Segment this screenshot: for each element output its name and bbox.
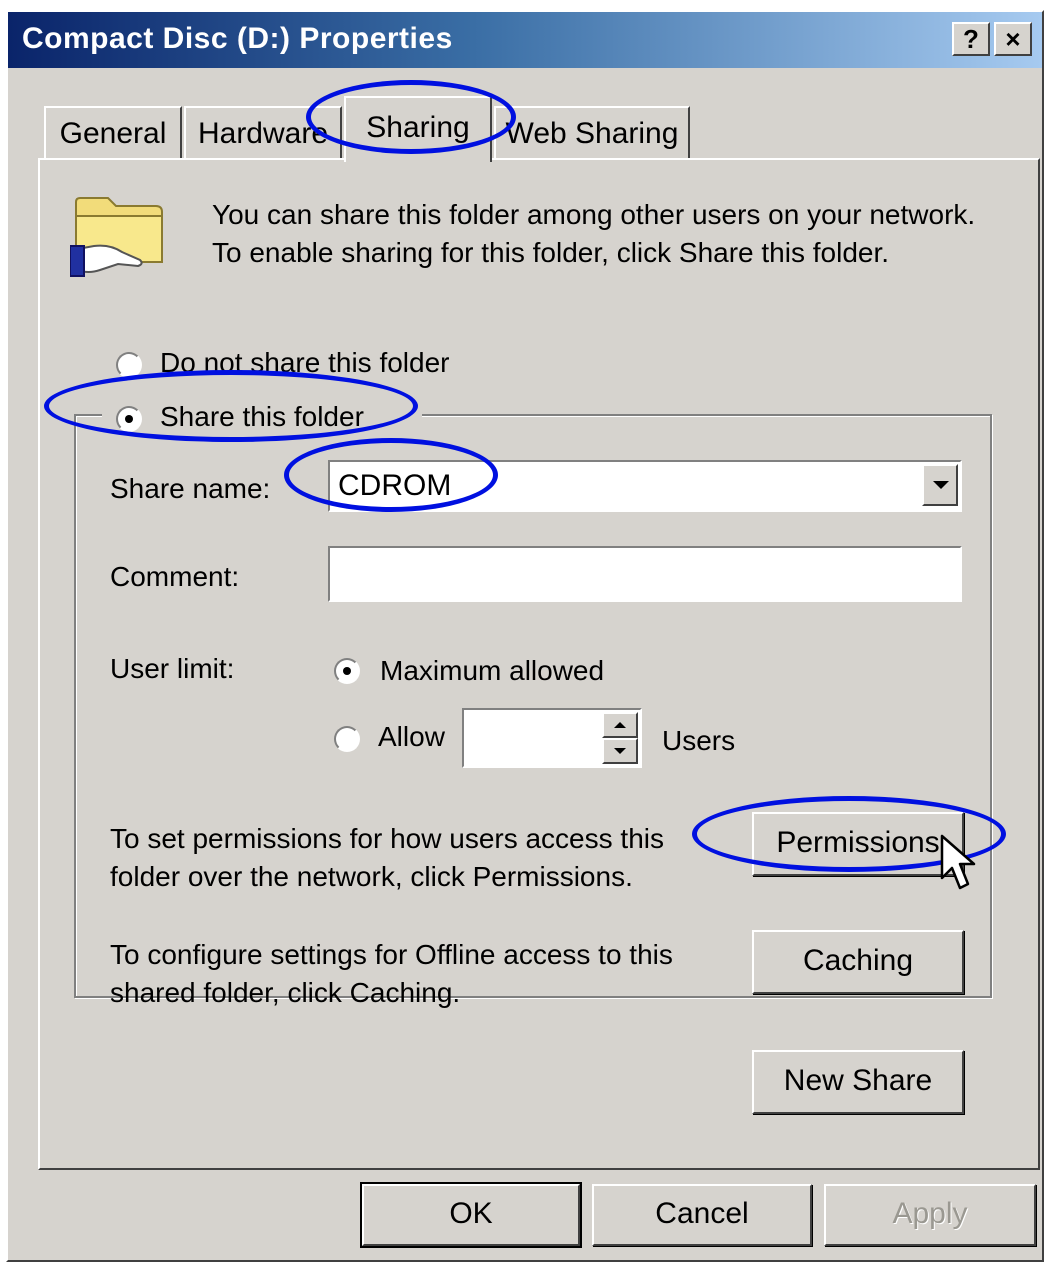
comment-label: Comment: <box>110 561 240 592</box>
comment-field[interactable] <box>328 546 962 602</box>
allow-radio[interactable] <box>334 726 360 752</box>
share-name-value: CDROM <box>338 469 452 502</box>
maximum-allowed-radio[interactable] <box>334 658 360 684</box>
allow-label[interactable]: Allow <box>378 718 445 756</box>
maximum-allowed-label[interactable]: Maximum allowed <box>380 652 604 690</box>
spin-up-icon[interactable] <box>602 712 638 738</box>
do-not-share-label[interactable]: Do not share this folder <box>160 344 450 382</box>
title-bar[interactable]: Compact Disc (D:) Properties ? × <box>8 12 1042 68</box>
sharing-description: You can share this folder among other us… <box>212 199 976 268</box>
tab-sharing[interactable]: Sharing <box>344 96 492 162</box>
spin-down-icon[interactable] <box>602 738 638 764</box>
allow-users-spinner[interactable] <box>462 708 642 768</box>
apply-button[interactable]: Apply <box>824 1184 1036 1246</box>
caching-button[interactable]: Caching <box>752 930 964 994</box>
shared-folder-icon <box>70 197 163 277</box>
users-label: Users <box>662 725 736 756</box>
chevron-down-icon[interactable] <box>922 464 958 506</box>
tab-web-sharing[interactable]: Web Sharing <box>494 106 690 160</box>
help-button[interactable]: ? <box>952 22 990 56</box>
properties-dialog: Compact Disc (D:) Properties ? × General… <box>6 10 1044 1262</box>
tab-general[interactable]: General <box>44 106 182 160</box>
share-this-folder-label[interactable]: Share this folder <box>160 398 364 436</box>
share-name-label: Share name: <box>110 473 271 504</box>
close-button[interactable]: × <box>994 22 1032 56</box>
caching-text: To configure settings for Offline access… <box>110 939 673 1008</box>
sharing-panel: You can share this folder among other us… <box>38 158 1040 1170</box>
permissions-button[interactable]: Permissions <box>752 812 964 876</box>
permissions-text: To set permissions for how users access … <box>110 823 664 892</box>
window-title: Compact Disc (D:) Properties <box>22 22 453 55</box>
mouse-cursor-icon <box>940 834 976 890</box>
new-share-button[interactable]: New Share <box>752 1050 964 1114</box>
user-limit-label: User limit: <box>110 653 235 684</box>
cancel-button[interactable]: Cancel <box>592 1184 812 1246</box>
share-name-combo[interactable]: CDROM <box>328 460 962 512</box>
share-this-folder-radio[interactable] <box>116 406 142 432</box>
do-not-share-radio[interactable] <box>116 352 142 378</box>
tab-hardware[interactable]: Hardware <box>184 106 342 160</box>
ok-button[interactable]: OK <box>360 1182 582 1248</box>
